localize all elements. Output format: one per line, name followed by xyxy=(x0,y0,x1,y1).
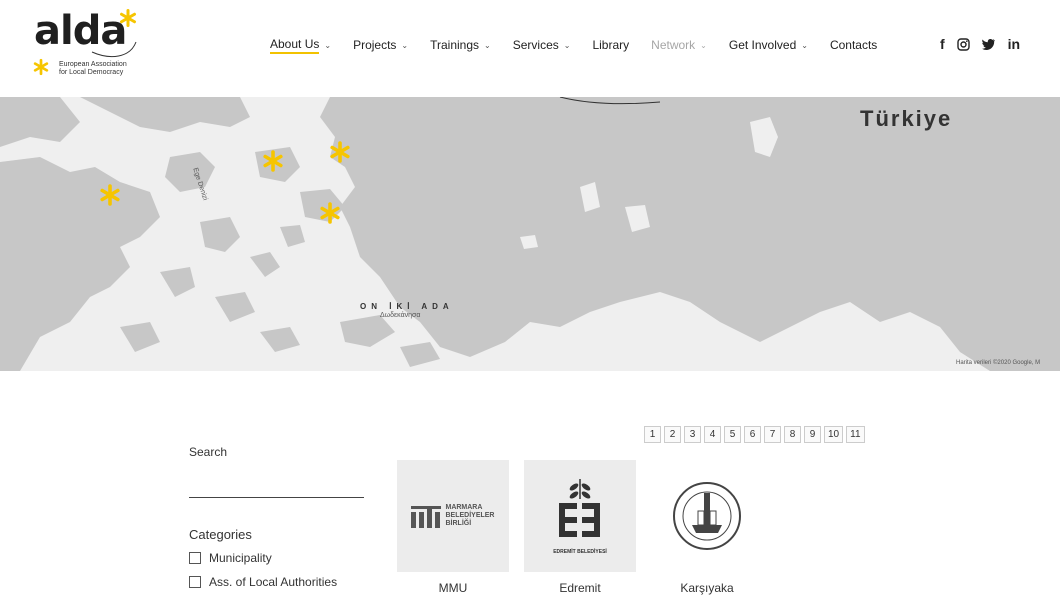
chevron-down-icon: ⌄ xyxy=(563,40,571,50)
member-name[interactable]: Edremit xyxy=(524,581,636,595)
map-marker-icon[interactable] xyxy=(98,183,122,207)
chevron-down-icon: ⌄ xyxy=(700,40,707,50)
twitter-icon[interactable] xyxy=(981,38,996,50)
page-link[interactable]: 6 xyxy=(744,426,761,443)
checkbox[interactable] xyxy=(189,576,201,588)
nav-network[interactable]: Network ⌄ xyxy=(651,38,707,52)
member-logo[interactable] xyxy=(651,460,763,572)
map-country-label: Türkiye xyxy=(860,106,953,131)
filter-sidebar: Search Categories Municipality Ass. of L… xyxy=(189,445,369,589)
category-municipality[interactable]: Municipality xyxy=(189,551,272,565)
edremit-logo-icon xyxy=(559,479,600,537)
map-marker-icon[interactable] xyxy=(318,201,342,225)
logo-small-star-icon xyxy=(33,58,49,76)
map-marker-icon[interactable] xyxy=(328,140,352,164)
alda-logo[interactable]: alda European Association for Local Demo… xyxy=(30,8,150,83)
nav-get-involved[interactable]: Get Involved ⌄ xyxy=(729,38,808,52)
member-name[interactable]: Karşıyaka xyxy=(651,581,763,595)
nav-trainings[interactable]: Trainings ⌄ xyxy=(430,38,491,52)
map-attribution: Harita verileri ©2020 Google, M xyxy=(956,360,1041,366)
member-card-mmu[interactable]: MARMARA BELEDİYELER BİRLİĞİ MMU xyxy=(397,460,509,595)
mmu-logo-icon xyxy=(411,506,442,528)
pagination: 1 2 3 4 5 6 7 8 9 10 11 xyxy=(644,426,868,443)
member-logo[interactable]: EDREMİT BELEDİYESİ xyxy=(524,460,636,572)
nav-library[interactable]: Library xyxy=(592,38,629,52)
page-link[interactable]: 8 xyxy=(784,426,801,443)
map-marker-icon[interactable] xyxy=(261,149,285,173)
member-card-edremit[interactable]: EDREMİT BELEDİYESİ Edremit xyxy=(524,460,636,595)
category-ass-local-authorities[interactable]: Ass. of Local Authorities xyxy=(189,575,337,589)
search-input[interactable] xyxy=(189,470,364,498)
map-land xyxy=(0,97,1060,371)
site-header: alda European Association for Local Demo… xyxy=(0,0,1060,97)
member-logo[interactable]: MARMARA BELEDİYELER BİRLİĞİ xyxy=(397,460,509,572)
categories-title: Categories xyxy=(189,527,252,542)
page-link[interactable]: 9 xyxy=(804,426,821,443)
network-map[interactable]: Türkiye Ege Denizi ON İKİ ADA Δωδεκάνησα… xyxy=(0,97,1060,371)
logo-tagline: European Association for Local Democracy xyxy=(59,61,127,76)
page-link[interactable]: 11 xyxy=(846,426,865,443)
page-link[interactable]: 3 xyxy=(684,426,701,443)
nav-services[interactable]: Services ⌄ xyxy=(513,38,571,52)
page-link[interactable]: 2 xyxy=(664,426,681,443)
main-nav: About Us ⌄ Projects ⌄ Trainings ⌄ Services ⌄… xyxy=(270,37,899,54)
checkbox[interactable] xyxy=(189,552,201,564)
member-card-karsiyaka[interactable]: Karşıyaka xyxy=(651,460,763,595)
chevron-down-icon: ⌄ xyxy=(401,40,409,50)
page-link[interactable]: 4 xyxy=(704,426,721,443)
map-islands-sublabel: Δωδεκάνησα xyxy=(380,312,421,319)
linkedin-icon[interactable]: in xyxy=(1008,36,1020,52)
chevron-down-icon: ⌄ xyxy=(801,40,808,50)
nav-contacts[interactable]: Contacts xyxy=(830,38,877,52)
nav-about-us[interactable]: About Us ⌄ xyxy=(270,37,331,54)
chevron-down-icon: ⌄ xyxy=(484,40,491,50)
search-label: Search xyxy=(189,445,228,459)
karsiyaka-seal-icon xyxy=(673,482,741,550)
logo-star-icon xyxy=(120,9,136,27)
chevron-down-icon: ⌄ xyxy=(324,40,332,50)
page-link[interactable]: 1 xyxy=(644,426,661,443)
member-name[interactable]: MMU xyxy=(397,581,509,595)
map-islands-label: ON İKİ ADA xyxy=(360,302,454,311)
page-link[interactable]: 5 xyxy=(724,426,741,443)
logo-swirl xyxy=(91,41,137,58)
social-links: f in xyxy=(940,36,1032,52)
nav-projects[interactable]: Projects ⌄ xyxy=(353,38,408,52)
facebook-icon[interactable]: f xyxy=(940,36,945,52)
page-link[interactable]: 10 xyxy=(824,426,844,443)
instagram-icon[interactable] xyxy=(956,37,970,51)
page-link[interactable]: 7 xyxy=(764,426,781,443)
